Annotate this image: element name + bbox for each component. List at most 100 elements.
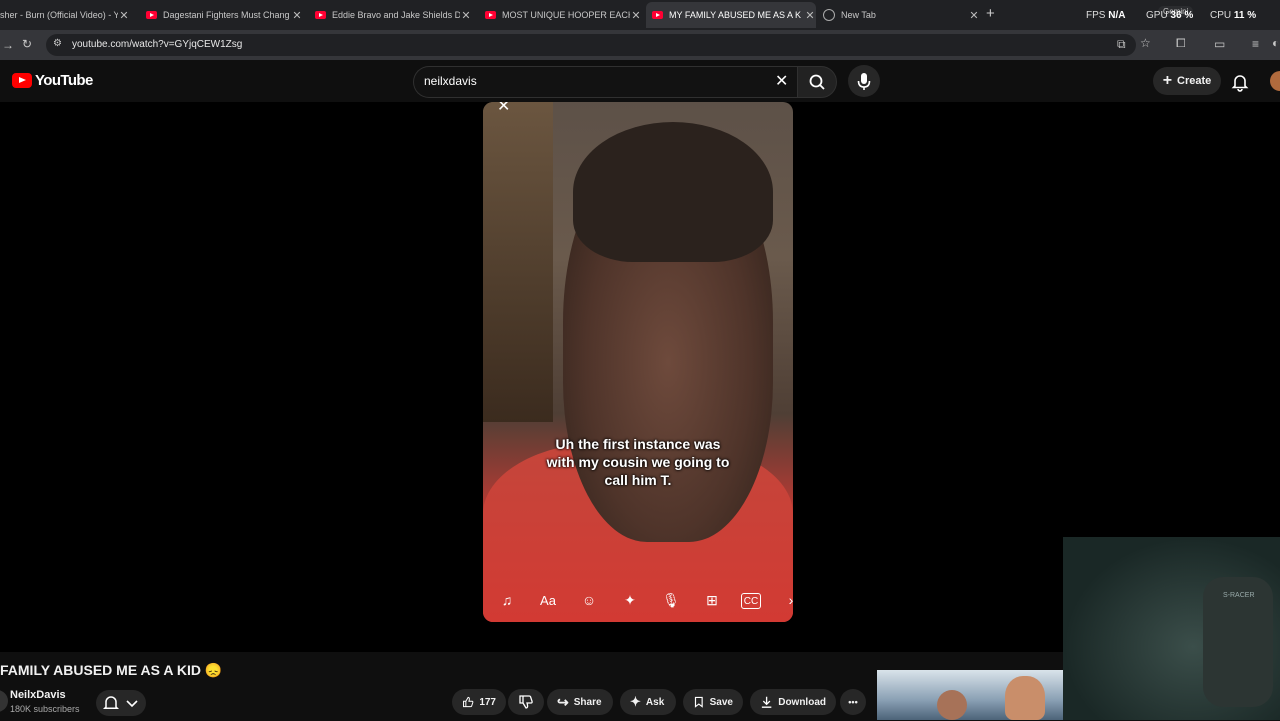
closed-captions-icon[interactable]: CC bbox=[741, 593, 761, 609]
gpu-value: 36 % bbox=[1170, 10, 1194, 21]
share-label: Share bbox=[573, 696, 602, 708]
voice-search-button[interactable] bbox=[848, 65, 880, 97]
globe-icon bbox=[823, 9, 835, 21]
thumbnail-person bbox=[1005, 676, 1045, 720]
channel-avatar[interactable] bbox=[0, 690, 8, 712]
tab-close-icon[interactable]: ✕ bbox=[291, 9, 303, 22]
search-input[interactable]: neilxdavis bbox=[424, 74, 477, 88]
browser-tab[interactable]: MOST UNIQUE HOOPER EACH ✕ bbox=[482, 2, 642, 28]
cast-icon[interactable]: ⧉ bbox=[1117, 37, 1126, 52]
save-label: Save bbox=[709, 696, 733, 708]
youtube-logo-icon[interactable] bbox=[12, 73, 32, 88]
youtube-logo-text[interactable]: YouTube bbox=[35, 72, 93, 89]
tab-close-icon[interactable]: ✕ bbox=[968, 9, 980, 22]
reload-icon[interactable]: ↻ bbox=[22, 37, 32, 51]
download-label: Download bbox=[778, 696, 826, 708]
reading-list-icon[interactable]: ≡ bbox=[1252, 37, 1259, 51]
search-button[interactable] bbox=[797, 66, 837, 98]
share-button[interactable]: ↪ Share bbox=[547, 689, 613, 715]
create-button[interactable]: + Create bbox=[1153, 67, 1221, 95]
bell-icon bbox=[102, 696, 138, 709]
sparkle-effects-icon[interactable]: ✦ bbox=[618, 588, 642, 612]
bell-icon bbox=[1231, 75, 1249, 92]
download-icon bbox=[761, 696, 772, 708]
video-background-wall bbox=[483, 102, 553, 422]
save-button[interactable]: Save bbox=[683, 689, 743, 715]
caption-line: Uh the first instance was bbox=[555, 436, 721, 452]
plus-icon: + bbox=[1162, 72, 1173, 89]
music-note-icon[interactable]: ♫ bbox=[495, 588, 519, 612]
thumbs-up-icon bbox=[463, 696, 474, 708]
editor-toolbar: ♫ Aa ☺ ✦ 🎙 ⊞ CC › bbox=[483, 580, 793, 620]
voiceover-mic-icon[interactable]: 🎙 bbox=[659, 588, 683, 612]
tab-title: New Tab bbox=[841, 10, 876, 20]
gpu-readout: GPU 36 % bbox=[1146, 10, 1193, 21]
subscription-bell-button[interactable] bbox=[96, 690, 146, 716]
video-title: FAMILY ABUSED ME AS A KID 😞 bbox=[0, 662, 223, 678]
more-tools-icon[interactable]: › bbox=[779, 588, 793, 612]
more-actions-button[interactable]: ••• bbox=[840, 689, 866, 715]
tab-close-icon[interactable]: ✕ bbox=[460, 9, 472, 22]
ask-button[interactable]: ✦ Ask bbox=[620, 689, 676, 715]
browser-tab-active[interactable]: MY FAMILY ABUSED ME AS A K ✕ bbox=[646, 2, 816, 28]
thumbs-down-icon bbox=[519, 695, 533, 709]
webcam-overlay: S-RACER bbox=[1063, 537, 1280, 720]
browser-tab-strip: sher - Burn (Official Video) - Y ✕ Dages… bbox=[0, 0, 1280, 30]
cpu-readout: CPU 11 % bbox=[1210, 10, 1256, 21]
fps-readout: FPS N/A bbox=[1086, 10, 1125, 21]
browser-tab[interactable]: Dagestani Fighters Must Chang ✕ bbox=[143, 2, 303, 28]
download-button[interactable]: Download bbox=[750, 689, 836, 715]
bookmark-icon bbox=[694, 696, 703, 708]
ask-label: Ask bbox=[645, 696, 665, 708]
search-icon bbox=[809, 74, 825, 90]
dislike-button[interactable] bbox=[508, 689, 544, 715]
url-text[interactable]: youtube.com/watch?v=GYjqCEW1Zsg bbox=[72, 39, 242, 50]
tab-title: Dagestani Fighters Must Chang bbox=[163, 10, 290, 20]
site-info-icon[interactable]: ⚙ bbox=[53, 38, 62, 49]
sparkle-icon: ✦ bbox=[630, 694, 641, 709]
browser-tab[interactable]: New Tab ✕ bbox=[820, 2, 980, 28]
like-count: 177 bbox=[479, 696, 496, 708]
chair-logo: S-RACER bbox=[1223, 592, 1255, 599]
tab-title: Eddie Bravo and Jake Shields D bbox=[332, 10, 460, 20]
close-icon[interactable]: ✕ bbox=[497, 102, 510, 116]
side-panel-icon[interactable]: ▭ bbox=[1214, 37, 1225, 51]
video-frame[interactable]: ✕ Uh the first instance was with my cous… bbox=[483, 102, 793, 622]
subscriber-count: 180K subscribers bbox=[10, 704, 80, 714]
notifications-button[interactable] bbox=[1230, 72, 1250, 97]
youtube-favicon-icon bbox=[315, 11, 326, 19]
extensions-icon[interactable]: ⧠ bbox=[1176, 36, 1186, 51]
like-button[interactable]: 177 bbox=[452, 689, 506, 715]
tab-title: sher - Burn (Official Video) - Y bbox=[0, 10, 118, 20]
tab-close-icon[interactable]: ✕ bbox=[630, 9, 642, 22]
channel-name[interactable]: NeilxDavis bbox=[10, 689, 66, 701]
browser-tab[interactable]: Eddie Bravo and Jake Shields D ✕ bbox=[312, 2, 472, 28]
profile-icon[interactable]: ◐ bbox=[1272, 36, 1279, 50]
create-label: Create bbox=[1177, 75, 1212, 87]
tab-close-icon[interactable]: ✕ bbox=[118, 9, 130, 22]
cpu-label: CPU bbox=[1210, 10, 1232, 21]
tab-close-icon[interactable]: ✕ bbox=[804, 9, 816, 22]
bookmark-star-icon[interactable]: ☆ bbox=[1140, 36, 1151, 50]
fps-label: FPS bbox=[1086, 10, 1106, 21]
tab-title: MY FAMILY ABUSED ME AS A K bbox=[669, 10, 802, 20]
related-video-thumbnail[interactable] bbox=[877, 670, 1063, 720]
caption-line: call him T. bbox=[604, 472, 672, 488]
search-clear-icon[interactable]: ✕ bbox=[775, 71, 788, 91]
microphone-icon bbox=[857, 73, 871, 90]
video-subject-hair bbox=[573, 122, 773, 262]
caption-line: with my cousin we going to bbox=[546, 454, 730, 470]
add-clip-icon[interactable]: ⊞ bbox=[700, 588, 724, 612]
youtube-favicon-icon bbox=[146, 11, 157, 19]
gpu-label: GPU bbox=[1146, 10, 1168, 21]
sticker-icon[interactable]: ☺ bbox=[577, 588, 601, 612]
video-caption: Uh the first instance was with my cousin… bbox=[483, 435, 793, 489]
tab-title: MOST UNIQUE HOOPER EACH bbox=[502, 10, 630, 20]
cpu-value: 11 % bbox=[1233, 10, 1257, 21]
forward-icon[interactable]: → bbox=[2, 38, 14, 52]
browser-tab[interactable]: sher - Burn (Official Video) - Y ✕ bbox=[0, 2, 130, 28]
text-style-icon[interactable]: Aa bbox=[536, 588, 560, 612]
new-tab-button[interactable]: + bbox=[986, 5, 995, 22]
thumbnail-person bbox=[937, 690, 967, 720]
fps-value: N/A bbox=[1108, 10, 1126, 21]
